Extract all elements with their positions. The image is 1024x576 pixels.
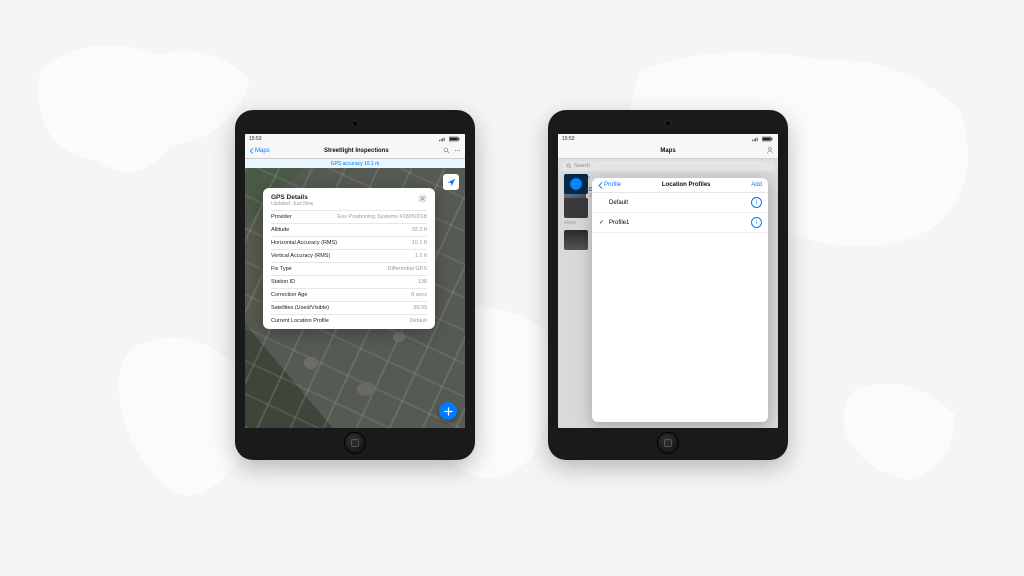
location-profiles-sheet: Profile Location Profiles Add Default i … [592,178,768,422]
search-input[interactable]: Search [562,161,774,171]
gps-row-fixtype: Fix TypeDifferential GPS [271,262,427,275]
locate-button[interactable] [443,174,459,190]
status-bar: 15:53 [558,134,778,144]
status-bar: 15:53 [245,134,465,144]
strip-label: slope [564,220,588,226]
tablet-left: 15:53 Maps Streetlight Inspections GPS a… [235,110,475,460]
gps-row-correction: Correction Age8 secs [271,288,427,301]
add-button[interactable] [439,402,457,420]
popover-title: GPS Details [271,194,313,201]
search-placeholder: Search [574,163,590,169]
gps-row-station: Station ID138 [271,275,427,288]
page-title-right: Maps [660,148,675,154]
home-button-right[interactable] [657,432,679,454]
gps-row-provider: ProviderEos Positioning Systems #1835001… [271,210,427,223]
camera-right [665,120,672,127]
gps-row-vaccuracy: Vertical Accuracy (RMS)1.2 ft [271,249,427,262]
strip-thumb[interactable] [564,230,588,250]
back-label: Maps [255,148,270,154]
sheet-title: Location Profiles [662,182,711,188]
strip-thumb[interactable] [564,198,588,218]
gps-row-haccuracy: Horizontal Accuracy (RMS)10.1 ft [271,236,427,249]
checkmark-icon: ✓ [598,219,605,226]
sheet-back-button[interactable]: Profile [598,182,621,189]
sheet-nav: Profile Location Profiles Add [592,178,768,193]
nav-bar-right: Maps [558,144,778,159]
profile-row[interactable]: Default i [592,193,768,213]
camera-left [352,120,359,127]
profile-icon[interactable] [766,146,774,156]
nav-right-icons [443,147,461,156]
profile-label: Profile1 [609,220,629,226]
tablet-right: 15:53 Maps Search Other Maps Damage Asse… [548,110,788,460]
screen-right: 15:53 Maps Search Other Maps Damage Asse… [558,134,778,428]
info-icon[interactable]: i [751,217,762,228]
status-time: 15:53 [249,136,262,142]
screen-left: 15:53 Maps Streetlight Inspections GPS a… [245,134,465,428]
status-time: 15:53 [562,136,575,142]
gps-row-altitude: Altitude92.2 ft [271,223,427,236]
home-button-left[interactable] [344,432,366,454]
more-icon[interactable] [454,147,461,156]
nav-bar-left: Maps Streetlight Inspections [245,144,465,159]
side-thumb-strip: slope [564,174,588,250]
stage: { "status_time": "15:53", "left": { "bac… [0,0,1024,576]
search-icon[interactable] [443,147,450,156]
profile-row[interactable]: ✓ Profile1 i [592,213,768,233]
gps-row-profile: Current Location ProfileDefault [271,314,427,327]
gps-row-sats: Satellites (Used/Visible)36/39 [271,301,427,314]
close-icon[interactable] [418,194,427,203]
popover-subtitle: Updated: Just Now [271,201,313,207]
world-map-background [0,0,1024,576]
status-icons [438,136,461,142]
sheet-back-label: Profile [604,182,621,188]
gps-details-popover: GPS Details Updated: Just Now ProviderEo… [263,188,435,329]
status-icons [751,136,774,142]
page-title-left: Streetlight Inspections [324,148,389,154]
profile-label: Default [609,200,628,206]
strip-thumb[interactable] [564,174,588,194]
back-button[interactable]: Maps [249,148,270,154]
sheet-add-button[interactable]: Add [751,182,762,188]
info-icon[interactable]: i [751,197,762,208]
